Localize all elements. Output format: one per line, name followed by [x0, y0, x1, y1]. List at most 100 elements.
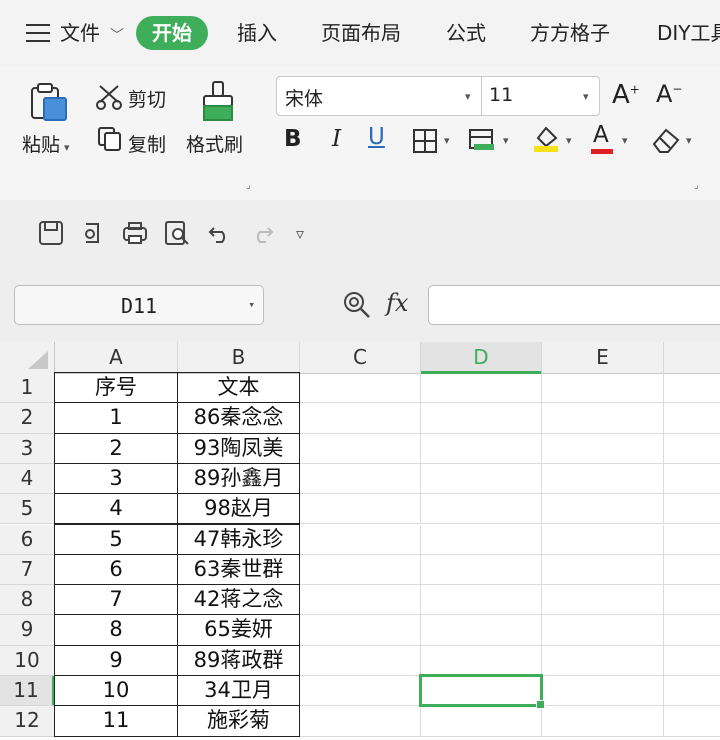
cell-b1[interactable]: 文本: [177, 372, 300, 404]
paste-icon[interactable]: [28, 82, 70, 124]
cell-c6[interactable]: [300, 524, 421, 555]
insert-function-button[interactable]: fx: [386, 289, 408, 317]
format-painter-button[interactable]: 格式刷: [186, 130, 243, 157]
cell-b5[interactable]: 98赵月: [177, 493, 300, 525]
menu-file[interactable]: 文件 ﹀: [60, 16, 124, 50]
cell-f3[interactable]: [664, 434, 720, 464]
fill-format-icon[interactable]: [468, 128, 498, 154]
cell-b10[interactable]: 89蒋政群: [177, 644, 300, 676]
row-header-2[interactable]: 2: [0, 403, 55, 434]
cell-e10[interactable]: [542, 645, 664, 676]
cell-e1[interactable]: [542, 373, 664, 404]
cell-d2[interactable]: [421, 403, 542, 434]
redo-icon[interactable]: [250, 222, 274, 244]
cell-e9[interactable]: [542, 615, 664, 646]
grow-font-button[interactable]: A+: [612, 80, 640, 110]
fill-color-icon[interactable]: [530, 124, 562, 154]
cell-a10[interactable]: 9: [54, 644, 178, 676]
tab-page-layout[interactable]: 页面布局: [321, 16, 401, 50]
cell-d8[interactable]: [421, 585, 542, 616]
tab-formulas[interactable]: 公式: [446, 16, 486, 50]
cell-a8[interactable]: 7: [54, 584, 178, 616]
borders-icon[interactable]: [412, 128, 440, 154]
row-header-4[interactable]: 4: [0, 463, 55, 495]
cell-f5[interactable]: [664, 494, 720, 525]
cell-e11[interactable]: [542, 676, 664, 707]
cell-d10[interactable]: [421, 645, 542, 676]
column-header-b[interactable]: B: [178, 342, 300, 374]
name-box-dropdown-icon[interactable]: ▾: [248, 298, 255, 311]
cell-b12[interactable]: 施彩菊: [177, 705, 300, 737]
cell-e7[interactable]: [542, 554, 664, 586]
cell-c12[interactable]: [300, 706, 421, 737]
cell-b7[interactable]: 63秦世群: [177, 553, 300, 586]
italic-button[interactable]: I: [332, 126, 341, 152]
tab-home[interactable]: 开始: [136, 16, 208, 50]
bold-button[interactable]: B: [284, 126, 302, 152]
font-launcher-icon[interactable]: ⌟: [694, 180, 699, 191]
cell-f2[interactable]: [664, 403, 720, 434]
cell-a12[interactable]: 11: [54, 705, 178, 737]
cell-b9[interactable]: 65姜妍: [177, 614, 300, 646]
borders-dropdown-icon[interactable]: ▾: [444, 134, 450, 147]
copy-button[interactable]: 复制: [128, 130, 166, 157]
cell-d4[interactable]: [421, 463, 542, 495]
cell-c10[interactable]: [300, 645, 421, 676]
font-size-input[interactable]: 11: [489, 84, 513, 106]
tab-insert[interactable]: 插入: [237, 16, 277, 50]
column-header-a[interactable]: A: [55, 342, 178, 374]
name-box[interactable]: D11 ▾: [14, 285, 264, 325]
cell-e3[interactable]: [542, 433, 664, 464]
cell-f6[interactable]: [664, 525, 720, 555]
cell-e12[interactable]: [542, 706, 664, 737]
cell-c4[interactable]: [300, 463, 421, 495]
font-color-button[interactable]: A: [593, 122, 609, 148]
tab-fangfang-gezi[interactable]: 方方格子: [530, 16, 610, 50]
cell-b6[interactable]: 47韩永珍: [177, 523, 300, 555]
cell-d7[interactable]: [421, 554, 542, 586]
cell-b4[interactable]: 89孙鑫月: [177, 462, 300, 495]
cell-a11[interactable]: 10: [54, 675, 178, 707]
save-icon[interactable]: [38, 220, 64, 246]
formula-input[interactable]: [428, 285, 720, 325]
cell-c1[interactable]: [300, 373, 421, 404]
select-all-corner[interactable]: [0, 342, 55, 374]
font-name-input[interactable]: 宋体: [285, 84, 323, 111]
row-header-7[interactable]: 7: [0, 554, 55, 586]
cell-f8[interactable]: [664, 585, 720, 616]
print-preview-icon[interactable]: [164, 220, 190, 246]
cell-c8[interactable]: [300, 585, 421, 616]
cell-d9[interactable]: [421, 615, 542, 646]
cell-c3[interactable]: [300, 433, 421, 464]
font-size-dropdown-icon[interactable]: ▾: [583, 90, 589, 103]
cell-a1[interactable]: 序号: [54, 372, 178, 404]
cell-e8[interactable]: [542, 585, 664, 616]
tab-diy-tools[interactable]: DIY工具: [657, 16, 720, 50]
column-header-c[interactable]: C: [300, 342, 421, 374]
column-header-d[interactable]: D: [421, 342, 542, 374]
format-painter-icon[interactable]: [200, 80, 236, 124]
cell-b3[interactable]: 93陶凤美: [177, 432, 300, 464]
cell-d12[interactable]: [421, 706, 542, 737]
cell-f9[interactable]: [664, 615, 720, 646]
row-header-8[interactable]: 8: [0, 585, 55, 616]
cell-a9[interactable]: 8: [54, 614, 178, 646]
row-header-5[interactable]: 5: [0, 494, 55, 525]
cell-d1[interactable]: [421, 373, 542, 404]
cell-f7[interactable]: [664, 555, 720, 586]
cell-b2[interactable]: 86秦念念: [177, 402, 300, 434]
cell-d5[interactable]: [421, 494, 542, 525]
cell-d6[interactable]: [421, 524, 542, 555]
cell-f4[interactable]: [664, 464, 720, 495]
zoom-search-icon[interactable]: [342, 290, 372, 320]
row-header-10[interactable]: 10: [0, 645, 55, 676]
fill-color-dropdown-icon[interactable]: ▾: [566, 134, 572, 147]
row-header-1[interactable]: 1: [0, 373, 55, 404]
hamburger-menu-icon[interactable]: [26, 24, 50, 42]
cell-a3[interactable]: 2: [54, 432, 178, 464]
paste-button[interactable]: 粘贴 ▾: [22, 130, 70, 157]
cell-f10[interactable]: [664, 646, 720, 676]
row-header-9[interactable]: 9: [0, 615, 55, 646]
eraser-dropdown-icon[interactable]: ▾: [686, 134, 692, 147]
cell-e2[interactable]: [542, 403, 664, 434]
